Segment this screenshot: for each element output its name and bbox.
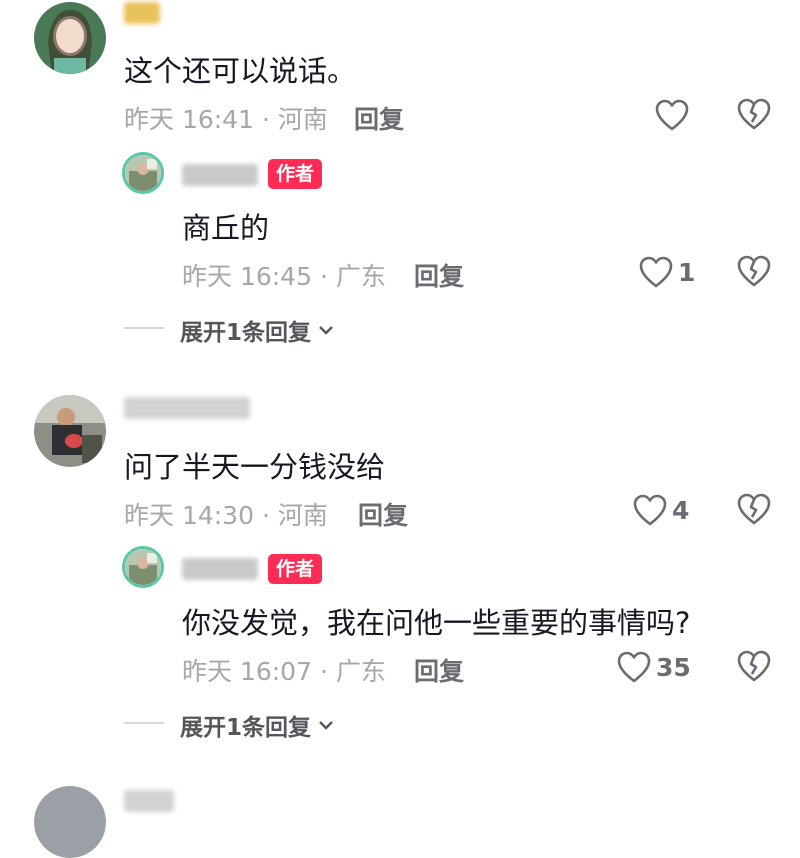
reply-button[interactable]: 回复	[414, 257, 464, 293]
expand-replies-button[interactable]: 展开1条回复	[180, 708, 335, 742]
chevron-down-icon	[319, 721, 333, 730]
reply-meta: 昨天 16:07 · 广东	[182, 657, 386, 686]
avatar[interactable]	[34, 2, 106, 74]
reply-text: 你没发觉，我在问他一些重要的事情吗?	[182, 606, 691, 640]
dislike-broken-heart-icon	[737, 98, 771, 130]
like-button[interactable]	[654, 95, 694, 135]
heart-icon	[633, 494, 667, 526]
reply-text: 商丘的	[182, 211, 270, 245]
comment-text: 这个还可以说话。	[124, 54, 357, 88]
dislike-broken-heart-icon	[737, 493, 771, 525]
comment-meta: 昨天 14:30 · 河南	[124, 501, 328, 530]
expand-replies-label: 展开1条回复	[180, 715, 312, 741]
dislike-button[interactable]	[736, 492, 772, 530]
username-blurred[interactable]	[124, 790, 174, 812]
dislike-button[interactable]	[736, 254, 772, 292]
author-avatar[interactable]	[122, 152, 164, 194]
dislike-broken-heart-icon	[737, 650, 771, 682]
like-count: 1	[678, 257, 696, 287]
heart-icon	[655, 99, 689, 131]
like-button[interactable]: 35	[616, 647, 691, 687]
author-badge: 作者	[268, 554, 323, 584]
chevron-down-icon	[319, 326, 333, 335]
author-avatar[interactable]	[122, 546, 164, 588]
avatar[interactable]	[34, 786, 106, 858]
reply-button[interactable]: 回复	[354, 100, 404, 136]
username-blurred[interactable]	[124, 397, 250, 419]
expand-replies-button[interactable]: 展开1条回复	[180, 313, 335, 347]
expand-replies-label: 展开1条回复	[180, 320, 312, 346]
like-button[interactable]: 4	[632, 490, 689, 530]
avatar[interactable]	[34, 395, 106, 467]
heart-icon	[639, 256, 673, 288]
dislike-button[interactable]	[736, 97, 772, 135]
dislike-broken-heart-icon	[737, 255, 771, 287]
author-name-blurred[interactable]	[182, 164, 258, 186]
like-button[interactable]: 1	[638, 252, 695, 292]
like-count: 35	[656, 652, 691, 682]
reply-button[interactable]: 回复	[414, 652, 464, 688]
like-count: 4	[672, 495, 690, 525]
comment-text: 问了半天一分钱没给	[124, 450, 386, 484]
expand-divider	[124, 722, 164, 724]
comment-meta: 昨天 16:41 · 河南	[124, 105, 328, 134]
username-blurred[interactable]	[124, 2, 160, 24]
reply-meta: 昨天 16:45 · 广东	[182, 262, 386, 291]
expand-divider	[124, 327, 164, 329]
heart-icon	[617, 651, 651, 683]
author-badge: 作者	[268, 159, 323, 189]
author-name-blurred[interactable]	[182, 558, 258, 580]
dislike-button[interactable]	[736, 649, 772, 687]
reply-button[interactable]: 回复	[358, 496, 408, 532]
